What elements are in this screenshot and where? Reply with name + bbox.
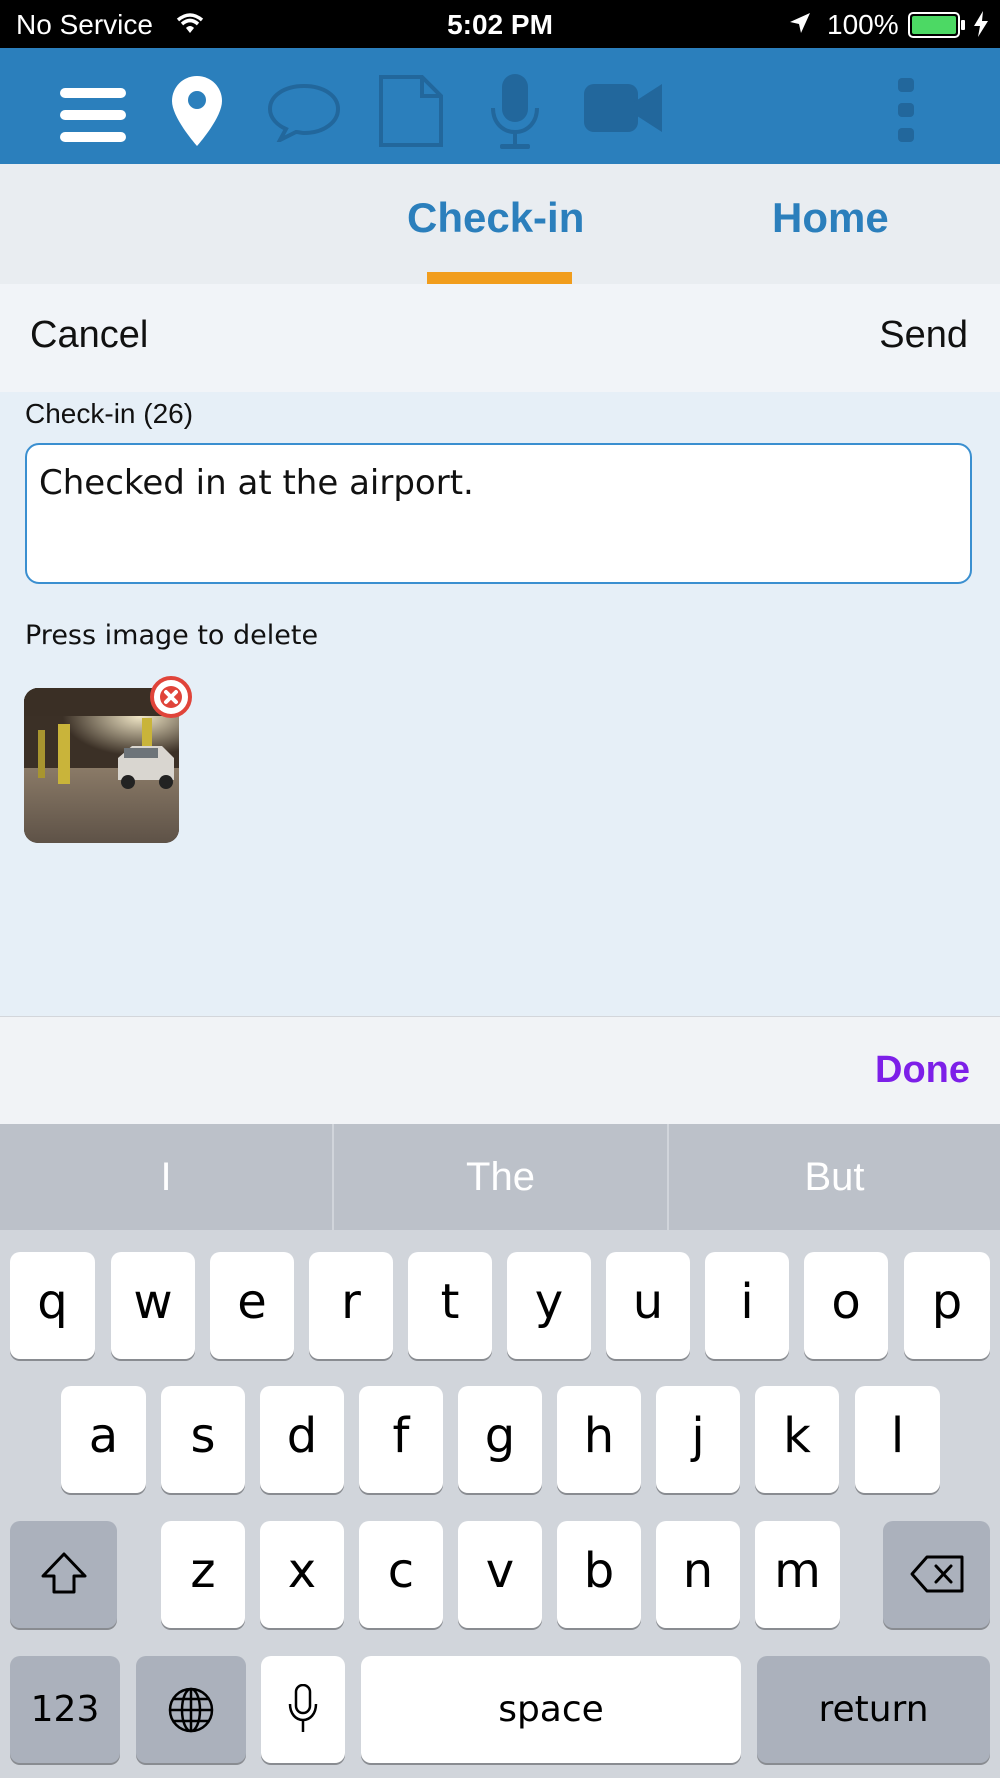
key-r[interactable]: r: [309, 1252, 393, 1359]
tab-home[interactable]: Home: [772, 194, 889, 242]
key-m[interactable]: m: [755, 1521, 840, 1628]
action-bar: Cancel Send: [0, 284, 1000, 392]
key-u[interactable]: u: [606, 1252, 690, 1359]
check-in-text-area[interactable]: Checked in at the airport.: [25, 443, 972, 584]
delete-hint: Press image to delete: [25, 620, 319, 651]
globe-icon: [168, 1687, 214, 1733]
status-bar: No Service 5:02 PM 100%: [0, 0, 1000, 48]
check-in-form: Check-in (26) Checked in at the airport.…: [0, 392, 1000, 1016]
more-vertical-icon[interactable]: [896, 78, 916, 144]
field-label: Check-in (26): [25, 398, 194, 429]
done-button[interactable]: Done: [875, 1049, 970, 1092]
key-j[interactable]: j: [656, 1386, 740, 1493]
key-v[interactable]: v: [458, 1521, 542, 1628]
send-button[interactable]: Send: [879, 314, 968, 357]
location-arrow-icon: [790, 13, 810, 33]
key-c[interactable]: c: [359, 1521, 443, 1628]
battery-percent: 100%: [827, 9, 899, 40]
document-icon[interactable]: [378, 74, 444, 148]
keyboard: I The But q w e r t y u i o p a s d f g …: [0, 1124, 1000, 1778]
key-z[interactable]: z: [161, 1521, 245, 1628]
key-s[interactable]: s: [161, 1386, 245, 1493]
shift-icon: [41, 1552, 86, 1594]
menu-icon[interactable]: [60, 88, 126, 142]
globe-key[interactable]: [136, 1656, 246, 1763]
battery-icon: [908, 12, 965, 38]
space-key[interactable]: space: [361, 1656, 741, 1763]
video-camera-icon[interactable]: [584, 80, 662, 136]
suggestion-3[interactable]: But: [669, 1124, 1000, 1230]
key-x[interactable]: x: [260, 1521, 344, 1628]
key-h[interactable]: h: [557, 1386, 641, 1493]
key-w[interactable]: w: [111, 1252, 195, 1359]
key-y[interactable]: y: [507, 1252, 591, 1359]
key-n[interactable]: n: [656, 1521, 740, 1628]
suggestion-2[interactable]: The: [334, 1124, 667, 1230]
tab-check-in[interactable]: Check-in: [407, 194, 584, 242]
suggestion-1[interactable]: I: [0, 1124, 332, 1230]
charging-icon: [974, 11, 988, 37]
return-key[interactable]: return: [757, 1656, 990, 1763]
key-p[interactable]: p: [904, 1252, 990, 1359]
key-l[interactable]: l: [855, 1386, 940, 1493]
key-i[interactable]: i: [705, 1252, 789, 1359]
key-d[interactable]: d: [260, 1386, 344, 1493]
key-f[interactable]: f: [359, 1386, 443, 1493]
keyboard-accessory-bar: Done: [0, 1016, 1000, 1125]
key-a[interactable]: a: [61, 1386, 146, 1493]
chat-bubble-icon[interactable]: [266, 82, 342, 142]
key-t[interactable]: t: [408, 1252, 492, 1359]
key-k[interactable]: k: [755, 1386, 839, 1493]
backspace-key[interactable]: [883, 1521, 990, 1628]
key-g[interactable]: g: [458, 1386, 542, 1493]
microphone-icon: [288, 1683, 318, 1732]
predictive-suggestions: I The But: [0, 1124, 1000, 1230]
numbers-key[interactable]: 123: [10, 1656, 120, 1763]
delete-image-icon[interactable]: [149, 675, 193, 719]
active-tab-indicator: [427, 272, 572, 284]
location-pin-icon[interactable]: [172, 76, 222, 146]
key-o[interactable]: o: [804, 1252, 888, 1359]
key-q[interactable]: q: [10, 1252, 95, 1359]
backspace-icon: [910, 1555, 963, 1593]
tab-bar: Check-in Home: [0, 164, 1000, 284]
microphone-icon[interactable]: [490, 74, 540, 150]
key-e[interactable]: e: [210, 1252, 294, 1359]
shift-key[interactable]: [10, 1521, 117, 1628]
toolbar: [0, 48, 1000, 164]
dictation-key[interactable]: [261, 1656, 345, 1763]
key-b[interactable]: b: [557, 1521, 641, 1628]
cancel-button[interactable]: Cancel: [30, 314, 148, 357]
